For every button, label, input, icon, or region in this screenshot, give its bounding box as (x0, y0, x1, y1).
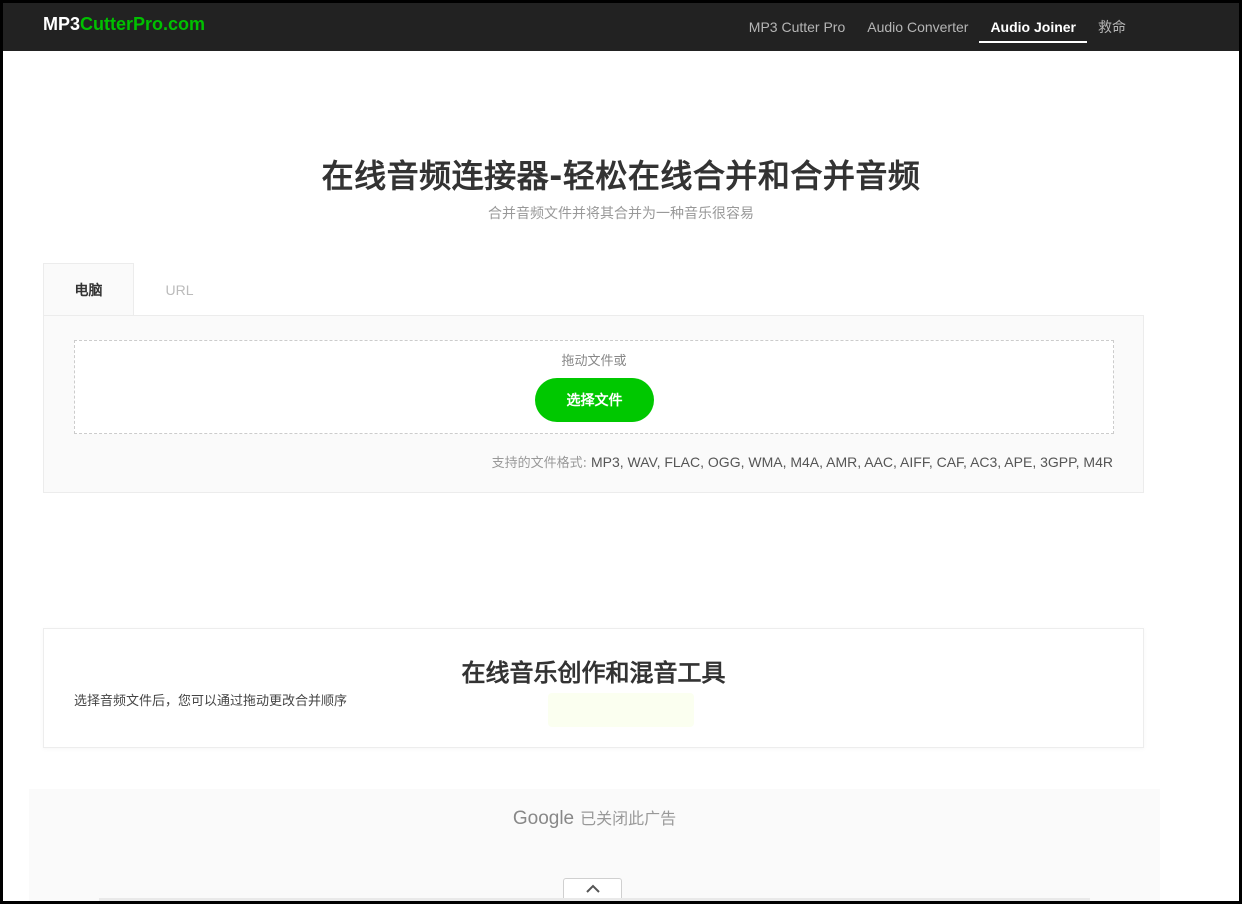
tab-computer[interactable]: 电脑 (43, 263, 134, 316)
page-subtitle: 合并音频文件并将其合并为一种音乐很容易 (488, 206, 754, 222)
merge-order-note: 选择音频文件后，您可以通过拖动更改合并顺序 (74, 694, 348, 709)
top-navbar: MP3CutterPro.com MP3 Cutter Pro Audio Co… (3, 3, 1239, 51)
choose-file-button[interactable]: 选择文件 (535, 378, 654, 422)
file-dropzone[interactable]: 拖动文件或 选择文件 (74, 340, 1114, 434)
nav-audio-joiner[interactable]: Audio Joiner (979, 3, 1087, 51)
browser-viewport: MP3CutterPro.com MP3 Cutter Pro Audio Co… (3, 3, 1239, 901)
upload-panel: 拖动文件或 选择文件 支持的文件格式: MP3, WAV, FLAC, OGG,… (43, 315, 1144, 493)
faded-button-placeholder (548, 693, 694, 727)
page-title: 在线音频连接器-轻松在线合并和合并音频 (321, 157, 921, 195)
formats-label: 支持的文件格式: (491, 456, 588, 471)
main-nav: MP3 Cutter Pro Audio Converter Audio Joi… (738, 3, 1137, 51)
supported-formats: 支持的文件格式: MP3, WAV, FLAC, OGG, WMA, M4A, … (492, 452, 1113, 471)
ad-bottom-edge (99, 898, 1090, 901)
chevron-up-icon (585, 884, 600, 893)
tools-title: 在线音乐创作和混音工具 (461, 659, 726, 687)
ad-area: Google 已关闭此广告 (29, 789, 1160, 901)
google-wordmark: Google (512, 808, 575, 829)
nav-audio-converter[interactable]: Audio Converter (856, 3, 979, 51)
ad-closed-message: Google 已关闭此广告 (29, 805, 1160, 830)
logo-mp3: MP3 (43, 14, 81, 34)
logo-brand: CutterPro.com (80, 14, 206, 34)
nav-help[interactable]: 救命 (1087, 3, 1137, 51)
tools-card: 在线音乐创作和混音工具 选择音频文件后，您可以通过拖动更改合并顺序 (43, 628, 1144, 748)
upload-source-tabs: 电脑 URL (43, 263, 225, 316)
drop-label: 拖动文件或 (561, 354, 627, 369)
ad-closed-text: 已关闭此广告 (580, 809, 677, 828)
formats-list: MP3, WAV, FLAC, OGG, WMA, M4A, AMR, AAC,… (590, 454, 1113, 470)
tab-url[interactable]: URL (134, 263, 225, 316)
nav-mp3-cutter-pro[interactable]: MP3 Cutter Pro (738, 3, 856, 51)
site-logo[interactable]: MP3CutterPro.com (43, 14, 205, 35)
